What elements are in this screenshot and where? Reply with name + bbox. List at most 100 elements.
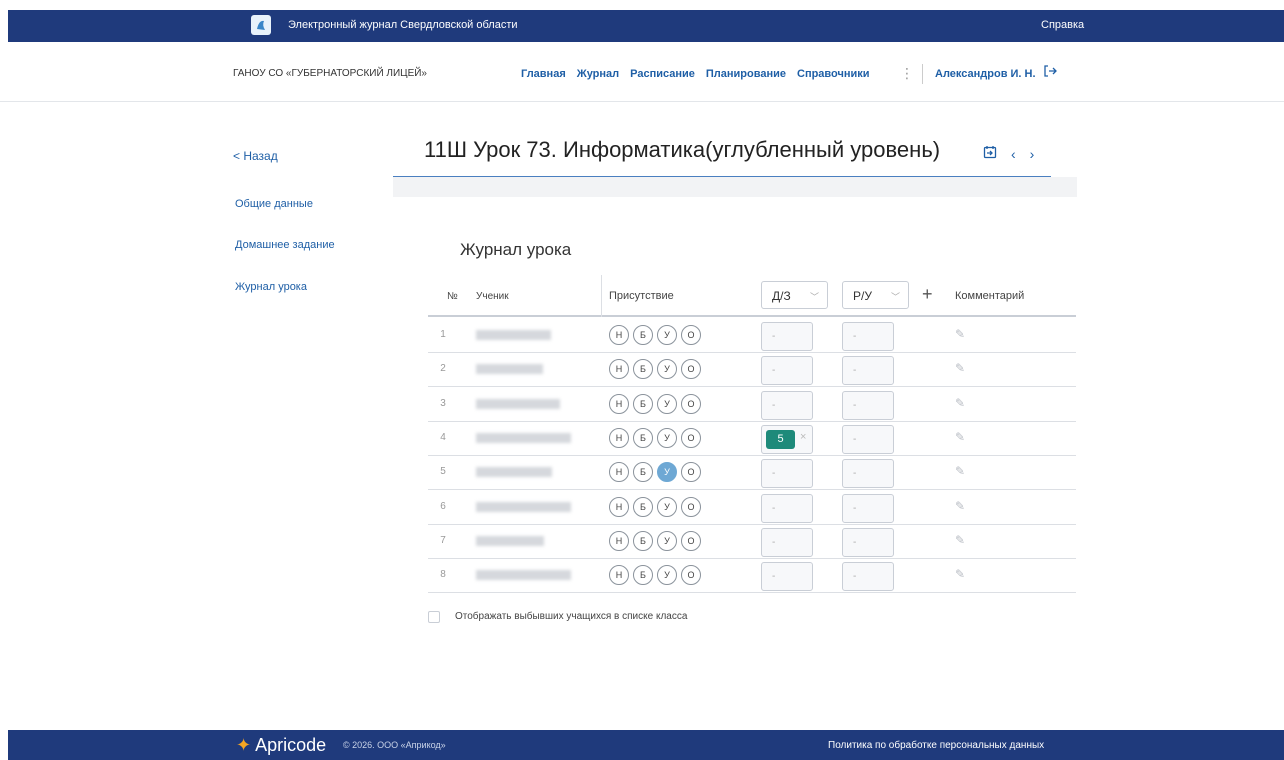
attendance-option[interactable]: О xyxy=(681,496,701,517)
attendance-option[interactable]: О xyxy=(681,393,701,414)
attendance-options: НБУО xyxy=(609,325,701,345)
cw-grade-cell[interactable]: - xyxy=(842,322,894,351)
edit-comment-icon[interactable]: ✎ xyxy=(955,430,965,444)
calendar-export-icon[interactable] xyxy=(983,145,997,162)
attendance-option[interactable]: У xyxy=(657,462,677,483)
attendance-option[interactable]: Б xyxy=(633,393,653,414)
student-name-blurred xyxy=(476,570,571,581)
cw-grade-cell[interactable]: - xyxy=(842,459,894,489)
grade-badge: 5 xyxy=(766,429,795,449)
edit-comment-icon[interactable]: ✎ xyxy=(955,361,965,375)
remove-grade-icon[interactable]: × xyxy=(800,431,806,443)
attendance-option[interactable]: Б xyxy=(633,530,653,551)
cw-grade-cell[interactable]: - xyxy=(842,562,894,592)
col-attendance: Присутствие xyxy=(609,290,674,302)
hw-grade-cell[interactable]: 5 × xyxy=(761,424,813,454)
attendance-option[interactable]: Н xyxy=(609,393,629,414)
attendance-option[interactable]: О xyxy=(681,359,701,380)
hw-grade-cell[interactable]: - xyxy=(761,459,813,489)
attendance-option[interactable]: Н xyxy=(609,325,629,345)
table-row: 6 Н Б У О - - ✎ xyxy=(428,490,1076,525)
org-name: ГАНОУ СО «ГУБЕРНАТОРСКИЙ ЛИЦЕЙ» xyxy=(233,68,427,79)
help-link[interactable]: Справка xyxy=(1041,19,1084,31)
hw-grade-cell[interactable]: - xyxy=(761,527,813,557)
edit-comment-icon[interactable]: ✎ xyxy=(955,327,965,341)
next-lesson-icon[interactable]: › xyxy=(1030,146,1035,162)
attendance-options: НБУО xyxy=(609,393,701,414)
table-row: 4 Н Б У О 5 × - ✎ xyxy=(428,421,1076,456)
student-name-blurred xyxy=(476,398,560,409)
attendance-option[interactable]: О xyxy=(681,530,701,551)
attendance-option[interactable]: Б xyxy=(633,496,653,517)
edit-comment-icon[interactable]: ✎ xyxy=(955,396,965,410)
prev-lesson-icon[interactable]: ‹ xyxy=(1011,146,1016,162)
attendance-option[interactable]: О xyxy=(681,325,701,345)
edit-comment-icon[interactable]: ✎ xyxy=(955,533,965,547)
attendance-option[interactable]: У xyxy=(657,427,677,448)
user-name[interactable]: Александров И. Н. xyxy=(935,68,1036,80)
hw-grade-cell[interactable]: - xyxy=(761,356,813,386)
attendance-options: НБУО xyxy=(609,565,701,586)
attendance-option[interactable]: У xyxy=(657,359,677,380)
nav-link-schedule[interactable]: Расписание xyxy=(630,68,695,80)
row-number: 3 xyxy=(440,397,446,409)
show-dropped-checkbox[interactable] xyxy=(428,611,440,623)
edit-comment-icon[interactable]: ✎ xyxy=(955,464,965,478)
col-comment: Комментарий xyxy=(955,290,1025,302)
attendance-option[interactable]: Н xyxy=(609,462,629,483)
sidebar-item-lesson-journal[interactable]: Журнал урока xyxy=(235,281,307,293)
hw-grade-cell[interactable]: - xyxy=(761,493,813,523)
col-student: Ученик xyxy=(476,291,509,302)
attendance-option[interactable]: Н xyxy=(609,496,629,517)
nav-link-main[interactable]: Главная xyxy=(521,68,566,80)
attendance-option[interactable]: У xyxy=(657,565,677,586)
cw-grade-cell[interactable]: - xyxy=(842,356,894,386)
table-header: № Ученик Присутствие Д/З ﹀ Р/У ﹀ + Комме… xyxy=(428,275,1076,317)
edit-comment-icon[interactable]: ✎ xyxy=(955,499,965,513)
sidebar-item-homework[interactable]: Домашнее задание xyxy=(235,239,335,251)
sidebar-item-general[interactable]: Общие данные xyxy=(235,198,313,210)
hw-grade-cell[interactable]: - xyxy=(761,322,813,351)
table-row: 2 Н Б У О - - ✎ xyxy=(428,352,1076,388)
cw-grade-cell[interactable]: - xyxy=(842,424,894,454)
student-name-blurred xyxy=(476,501,571,512)
add-column-button[interactable]: + xyxy=(922,284,933,305)
nav-link-journal[interactable]: Журнал xyxy=(577,68,619,80)
attendance-options: НБУО xyxy=(609,359,701,380)
cw-grade-cell[interactable]: - xyxy=(842,390,894,420)
attendance-option[interactable]: Б xyxy=(633,325,653,345)
attendance-option[interactable]: Б xyxy=(633,462,653,483)
edit-comment-icon[interactable]: ✎ xyxy=(955,567,965,581)
attendance-option[interactable]: Б xyxy=(633,427,653,448)
nav-divider xyxy=(922,64,923,84)
attendance-option[interactable]: Б xyxy=(633,359,653,380)
cw-column-select[interactable]: Р/У ﹀ xyxy=(842,281,909,309)
attendance-option[interactable]: У xyxy=(657,496,677,517)
attendance-option[interactable]: О xyxy=(681,462,701,483)
nav-link-directories[interactable]: Справочники xyxy=(797,68,870,80)
hw-column-select[interactable]: Д/З ﹀ xyxy=(761,281,828,309)
logout-icon[interactable] xyxy=(1043,64,1057,83)
attendance-option[interactable]: У xyxy=(657,393,677,414)
attendance-option[interactable]: Н xyxy=(609,530,629,551)
back-link[interactable]: < Назад xyxy=(233,149,278,163)
table-row: 1 Н Б У О - - ✎ xyxy=(428,318,1076,353)
attendance-option[interactable]: У xyxy=(657,530,677,551)
more-menu-icon[interactable]: ⋮ xyxy=(900,65,914,82)
nav-link-planning[interactable]: Планирование xyxy=(706,68,786,80)
attendance-option[interactable]: У xyxy=(657,325,677,345)
attendance-option[interactable]: Н xyxy=(609,565,629,586)
attendance-option[interactable]: О xyxy=(681,427,701,448)
attendance-option[interactable]: О xyxy=(681,565,701,586)
student-name-blurred xyxy=(476,535,544,546)
cw-grade-cell[interactable]: - xyxy=(842,493,894,523)
cw-grade-cell[interactable]: - xyxy=(842,527,894,557)
hw-grade-cell[interactable]: - xyxy=(761,562,813,592)
attendance-option[interactable]: Б xyxy=(633,565,653,586)
attendance-option[interactable]: Н xyxy=(609,359,629,380)
privacy-policy-link[interactable]: Политика по обработке персональных данны… xyxy=(828,740,1044,751)
hw-grade-cell[interactable]: - xyxy=(761,390,813,420)
row-number: 2 xyxy=(440,363,446,375)
table-row: 5 Н Б У О - - ✎ xyxy=(428,455,1076,491)
attendance-option[interactable]: Н xyxy=(609,427,629,448)
